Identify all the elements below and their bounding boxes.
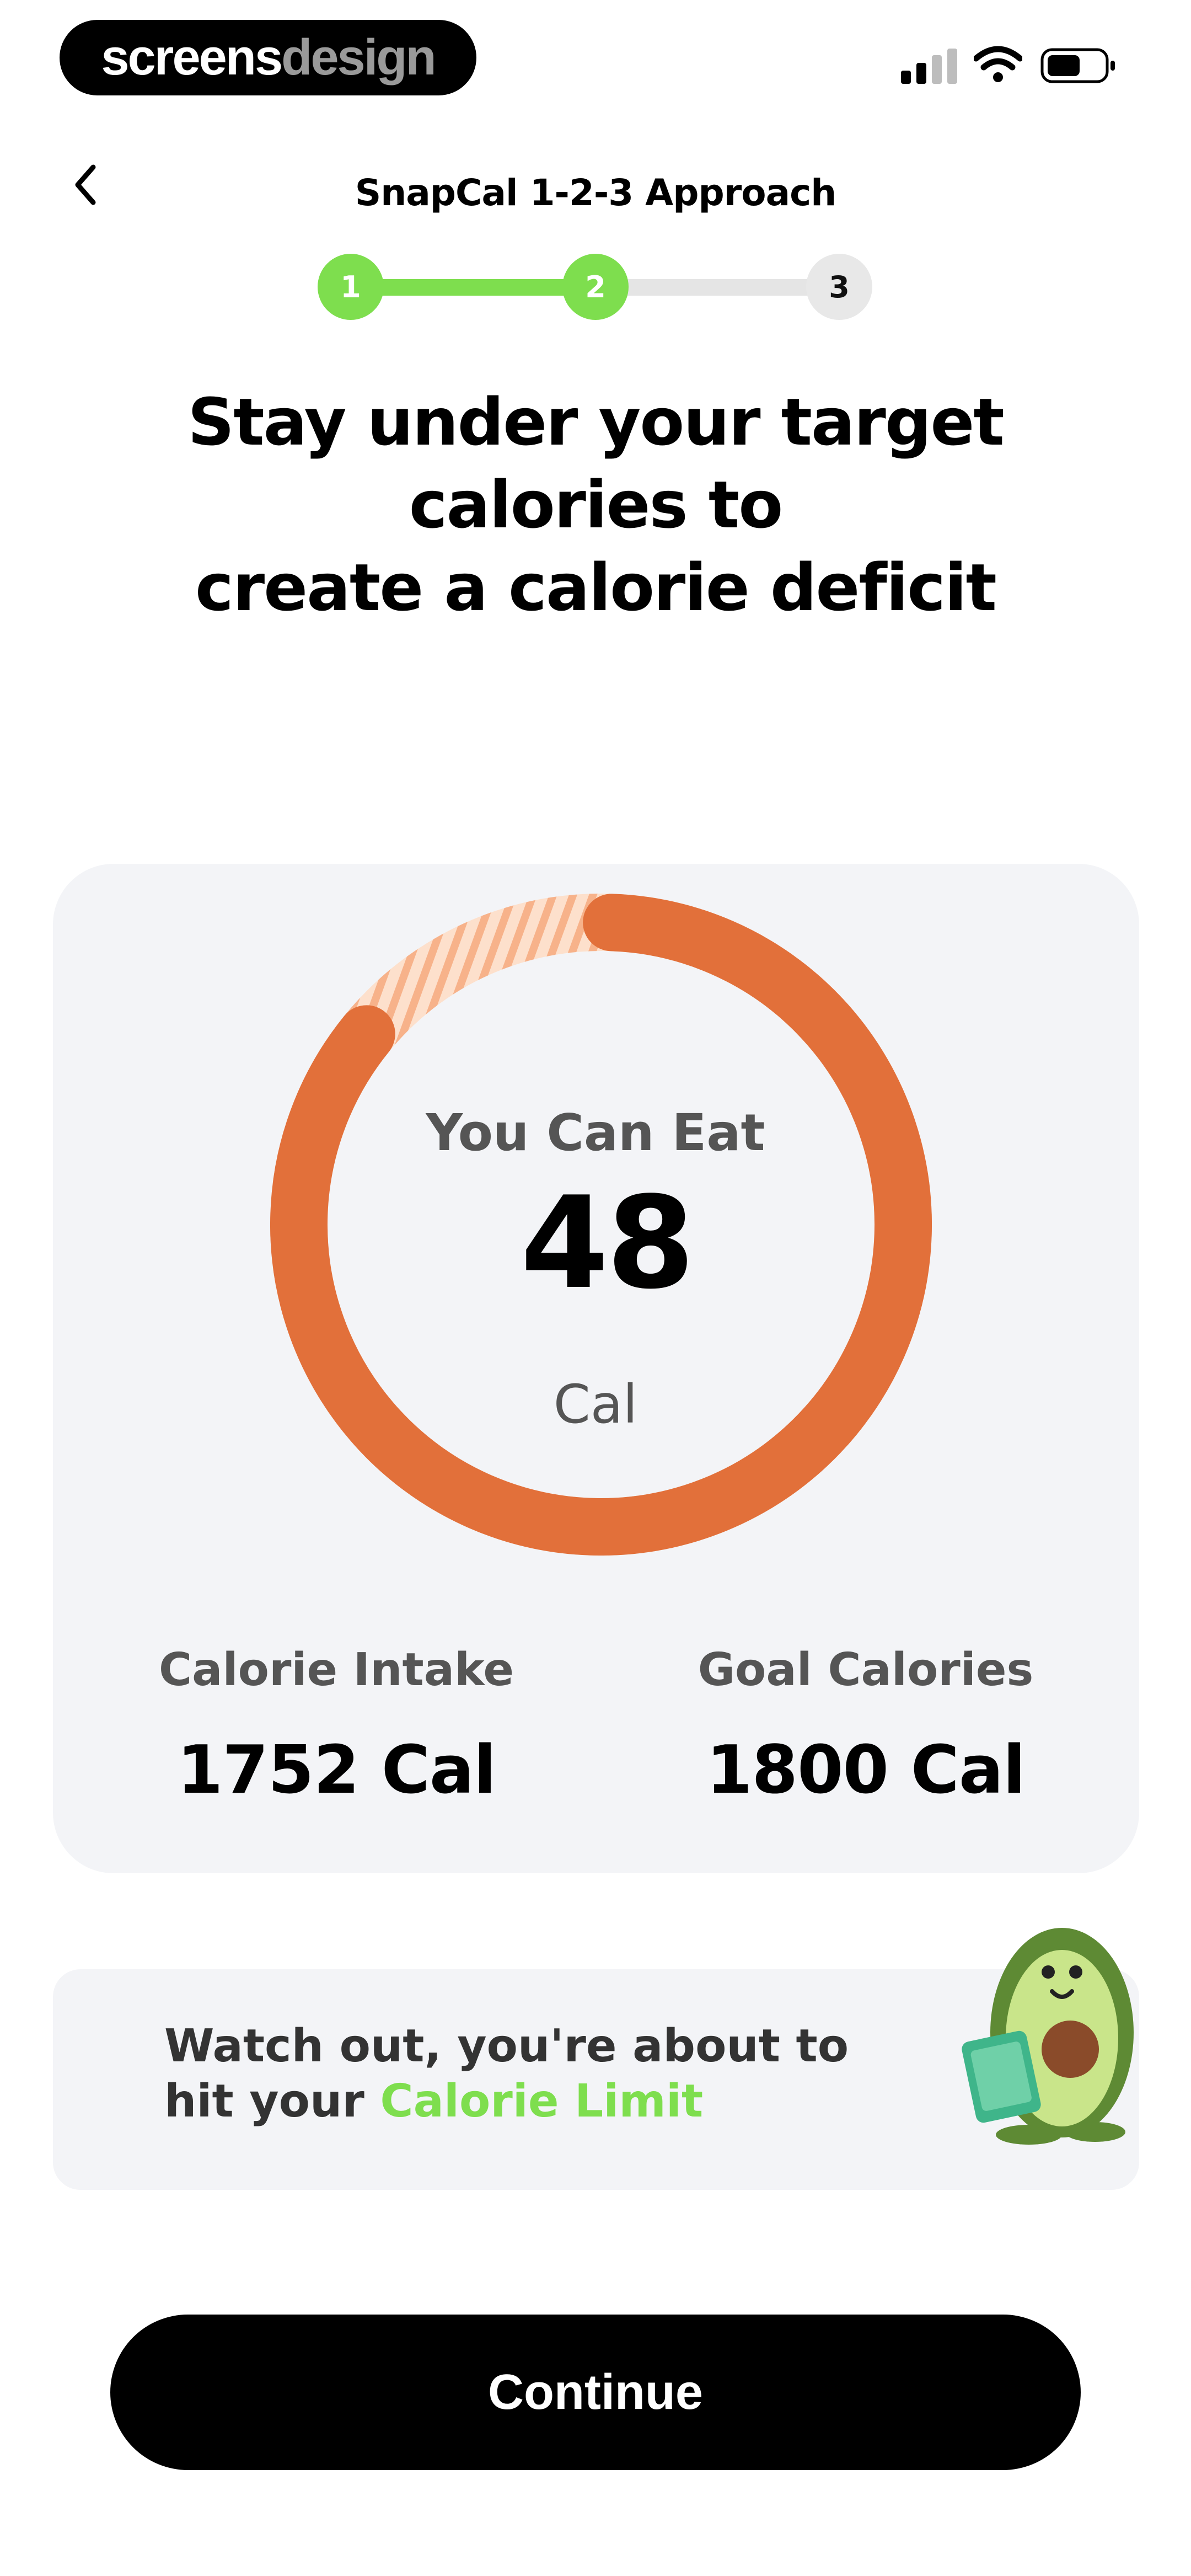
intake-value: 1752 Cal <box>177 1732 496 1809</box>
ring-value: 48 <box>520 1170 695 1317</box>
ring-label: You Can Eat <box>426 1103 765 1162</box>
avocado-mascot-icon <box>962 1928 1134 2145</box>
headline: Stay under your target calories to creat… <box>44 381 1147 629</box>
brand-logo-part2: design <box>281 29 436 85</box>
brand-logo-part1: screens <box>101 29 283 85</box>
signal-icon <box>901 49 957 84</box>
warning-text: Watch out, you're about to hit your Calo… <box>164 2019 881 2129</box>
step-2-indicator: 2 <box>562 254 629 320</box>
progress-fill <box>351 279 596 296</box>
back-button[interactable] <box>61 160 110 210</box>
headline-line-1: Stay under your target calories to <box>187 384 1005 543</box>
step-1-indicator: 1 <box>318 254 384 320</box>
page-title: SnapCal 1-2-3 Approach <box>355 172 837 214</box>
headline-line-2: create a calorie deficit <box>195 549 997 626</box>
wifi-icon <box>974 46 1022 82</box>
chevron-left-icon <box>75 164 96 205</box>
brand-logo: screens design <box>60 20 476 95</box>
battery-icon <box>1040 48 1115 83</box>
warning-highlight: Calorie Limit <box>380 2075 704 2128</box>
goal-value: 1800 Cal <box>706 1732 1026 1809</box>
step-3-indicator: 3 <box>806 254 872 320</box>
continue-button[interactable]: Continue <box>110 2315 1081 2470</box>
intake-label: Calorie Intake <box>158 1644 514 1696</box>
ring-unit: Cal <box>553 1373 638 1435</box>
goal-label: Goal Calories <box>698 1644 1034 1696</box>
